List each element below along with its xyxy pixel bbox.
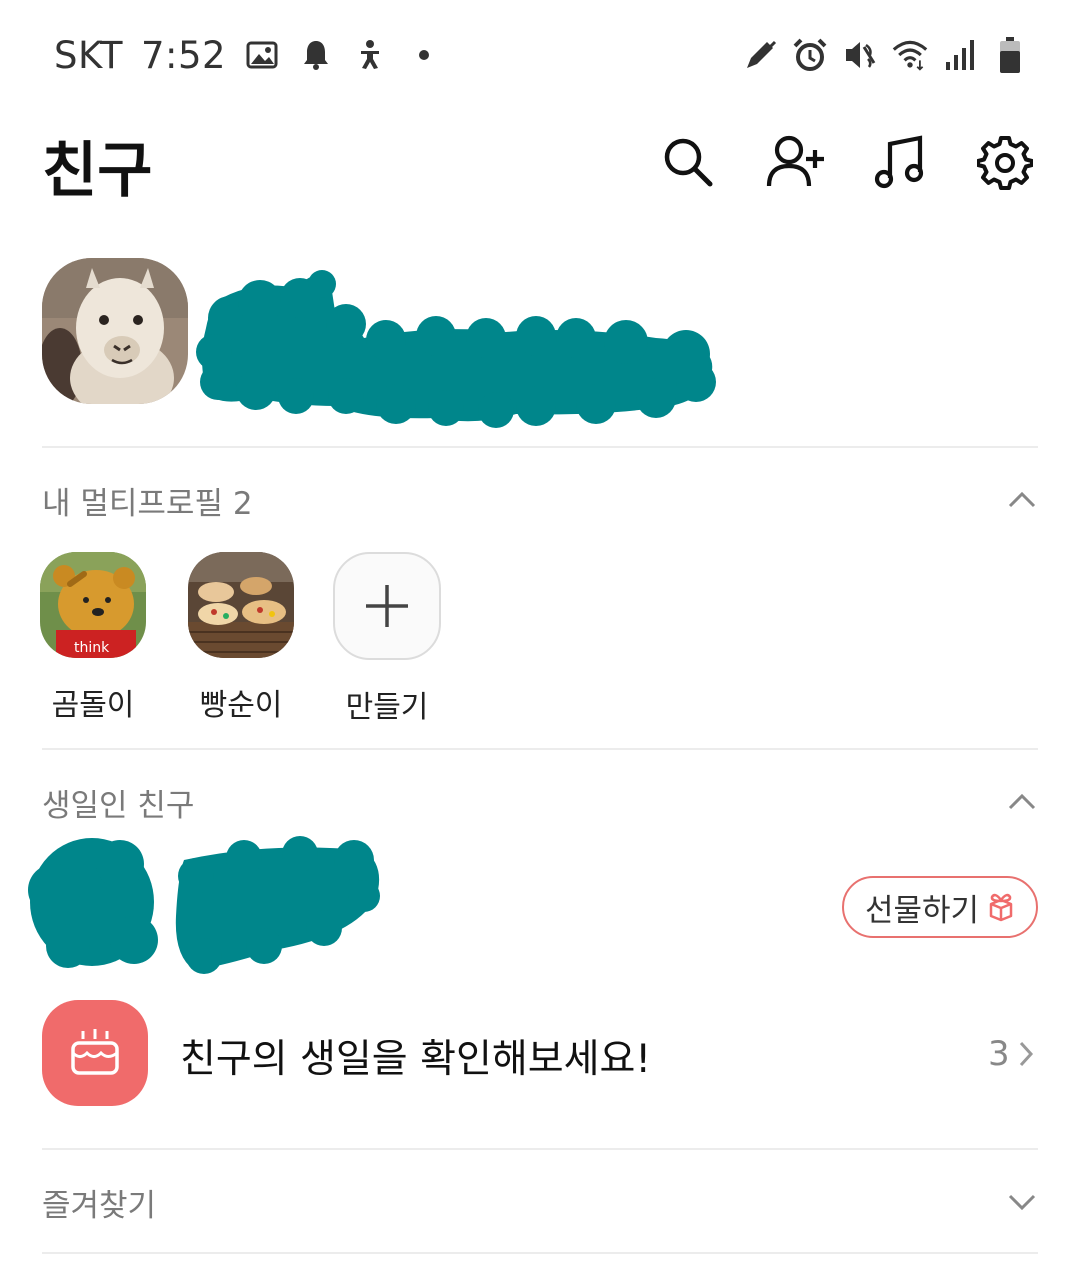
chevron-up-icon [1008, 491, 1036, 508]
divider [42, 748, 1038, 750]
wifi-icon [892, 35, 928, 75]
gift-box-icon [989, 893, 1013, 922]
birthday-collapse-button[interactable] [1002, 782, 1042, 822]
battery-icon [992, 35, 1028, 75]
mute-icon [842, 35, 878, 75]
gallery-icon [244, 35, 280, 75]
status-bar-right [742, 30, 1028, 80]
search-icon [664, 138, 713, 187]
cake-icon [71, 1029, 119, 1075]
multi-profile-item-label: 곰돌이 [51, 688, 135, 723]
favorites-label: 즐겨찾기 [42, 1188, 157, 1224]
signal-icon [942, 35, 978, 75]
birthday-count: 3 [988, 1034, 1010, 1074]
search-button[interactable] [656, 130, 720, 194]
divider [42, 1252, 1038, 1254]
music-button[interactable] [868, 130, 932, 194]
add-friend-icon [766, 135, 824, 187]
alarm-icon [792, 35, 828, 75]
divider [42, 446, 1038, 448]
gift-button[interactable]: 선물하기 [842, 876, 1038, 938]
settings-button[interactable] [973, 130, 1037, 194]
my-profile-avatar[interactable] [42, 258, 188, 404]
profile-name-redacted [196, 258, 720, 430]
bread-photo-avatar [188, 552, 294, 658]
bell-icon [298, 35, 334, 75]
multi-profile-item-label: 빵순이 [199, 688, 283, 723]
multi-profile-collapse-button[interactable] [1002, 480, 1042, 520]
settings-icon [977, 136, 1033, 190]
plus-tile [333, 552, 441, 660]
birthday-check-prompt[interactable]: 친구의 생일을 확인해보세요! [180, 1028, 651, 1084]
alpaca-photo [42, 258, 188, 404]
chevron-up-icon [1008, 793, 1036, 810]
clock: 7:52 [140, 33, 227, 77]
chevron-right-icon [1019, 1041, 1033, 1067]
add-friend-button[interactable] [764, 130, 828, 194]
svg-text:think: think [74, 640, 110, 656]
birthday-cake-tile[interactable] [42, 1000, 148, 1106]
s-pen-icon [742, 35, 778, 75]
status-bar-left: SKT 7:52 [54, 30, 442, 80]
page-title: 친구 [42, 136, 153, 206]
music-icon [874, 135, 924, 189]
favorites-expand-button[interactable] [1002, 1182, 1042, 1222]
multi-profile-label: 내 멀티프로필 2 [42, 486, 253, 522]
carrier-label: SKT [54, 33, 123, 77]
gift-button-label: 선물하기 [864, 892, 980, 929]
multi-profile-item-label: 만들기 [345, 690, 429, 725]
create-multi-profile-button[interactable]: 만들기 [332, 552, 442, 726]
birthday-count-link[interactable]: 3 [988, 1034, 1034, 1074]
accessibility-icon [352, 35, 388, 75]
birthday-section-label: 생일인 친구 [42, 788, 195, 824]
dot-icon [406, 35, 442, 75]
divider [42, 1148, 1038, 1150]
multi-profile-item[interactable]: 빵순이 [186, 552, 296, 724]
birthday-friend-redacted[interactable] [24, 836, 384, 976]
chevron-down-icon [1008, 1194, 1036, 1211]
multi-profile-item[interactable]: think 곰돌이 [38, 552, 148, 724]
plus-icon [366, 585, 408, 627]
pooh-think-avatar: think [40, 552, 146, 658]
